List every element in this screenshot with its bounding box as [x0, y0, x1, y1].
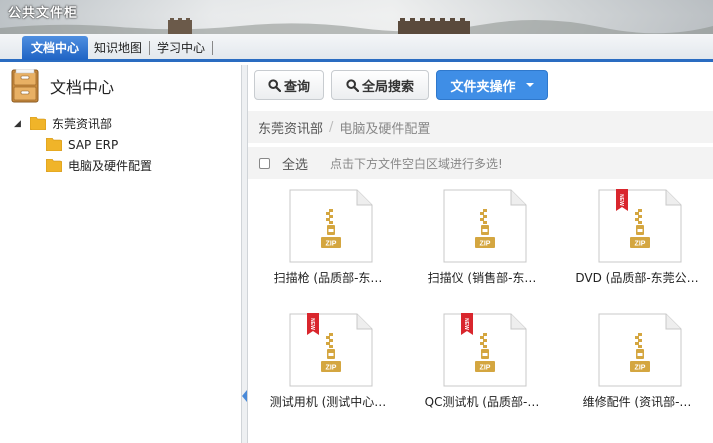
- file-item[interactable]: ZIP 扫描枪 (品质部-东…: [248, 189, 388, 301]
- collapse-arrow-icon[interactable]: [242, 390, 247, 402]
- tab-learning-center[interactable]: 学习中心: [151, 36, 211, 60]
- zip-file-icon: NEW ZIP: [598, 189, 682, 263]
- zip-file-icon: NEW ZIP: [289, 313, 373, 387]
- tab-document-center[interactable]: 文档中心: [22, 36, 89, 60]
- breadcrumb-separator: /: [329, 119, 334, 135]
- selection-bar: 全选 点击下方文件空白区域进行多选!: [248, 147, 713, 179]
- new-badge-text: NEW: [309, 318, 315, 330]
- zip-file-icon: ZIP: [443, 189, 527, 263]
- file-name[interactable]: 维修配件 (资讯部-…: [557, 393, 713, 410]
- tree-node-hardware-config[interactable]: 电脑及硬件配置: [14, 155, 152, 176]
- zip-label: ZIP: [635, 241, 646, 248]
- global-search-button[interactable]: 全局搜索: [331, 70, 429, 100]
- folder-icon: [46, 138, 62, 151]
- folder-operations-label: 文件夹操作: [450, 79, 516, 95]
- folder-icon: [30, 117, 46, 130]
- folder-operations-dropdown[interactable]: 文件夹操作: [436, 70, 548, 100]
- query-button-label: 查询: [283, 79, 310, 95]
- great-wall-illustration: [0, 18, 713, 34]
- search-icon: [346, 78, 359, 92]
- tree-node-sap-erp[interactable]: SAP ERP: [14, 134, 152, 155]
- app-title: 公共文件柜: [8, 6, 79, 21]
- breadcrumb: 东莞资讯部 / 电脑及硬件配置: [248, 111, 713, 143]
- query-button[interactable]: 查询: [254, 70, 324, 100]
- file-cabinet-icon: [11, 69, 39, 103]
- new-badge-text: NEW: [463, 318, 469, 330]
- zip-label: ZIP: [480, 241, 491, 248]
- main-content: 查询 全局搜索 文件夹操作 东莞资讯部 / 电脑及硬件配置 全选 点击下方文件空…: [248, 65, 713, 443]
- file-name[interactable]: DVD (品质部-东莞公…: [557, 269, 713, 286]
- top-navigation: 文档中心 知识地图 学习中心: [0, 34, 713, 62]
- zip-file-icon: ZIP: [289, 189, 373, 263]
- sidebar-header: 文档中心: [0, 65, 242, 105]
- file-item[interactable]: ZIP 扫描仪 (销售部-东…: [402, 189, 542, 301]
- select-all-label[interactable]: 全选: [282, 154, 308, 173]
- file-name[interactable]: 扫描枪 (品质部-东…: [248, 269, 408, 286]
- file-item[interactable]: NEW ZIP DVD (品质部-东莞公…: [557, 189, 699, 301]
- sidebar-title: 文档中心: [50, 78, 115, 97]
- nav-tabs: 文档中心 知识地图 学习中心: [22, 36, 214, 60]
- left-sidebar: 文档中心 ◢ 东莞资讯部 SAP ERP 电脑及硬件配置: [0, 65, 242, 443]
- search-icon: [268, 78, 281, 92]
- tree-label[interactable]: 电脑及硬件配置: [68, 157, 152, 174]
- file-item[interactable]: NEW ZIP 测试用机 (测试中心…: [248, 313, 388, 425]
- tab-knowledge-map[interactable]: 知识地图: [88, 36, 148, 60]
- new-badge-text: NEW: [618, 194, 624, 206]
- zip-label: ZIP: [480, 365, 491, 372]
- file-name[interactable]: 扫描仪 (销售部-东…: [402, 269, 562, 286]
- file-name[interactable]: QC测试机 (品质部-…: [402, 393, 562, 410]
- zip-label: ZIP: [326, 241, 337, 248]
- tree-label[interactable]: SAP ERP: [68, 138, 118, 152]
- selection-hint: 点击下方文件空白区域进行多选!: [330, 156, 503, 171]
- zip-label: ZIP: [635, 365, 646, 372]
- file-item[interactable]: ZIP 维修配件 (资讯部-…: [557, 313, 697, 425]
- folder-icon: [46, 159, 62, 172]
- caret-down-icon: [525, 83, 534, 87]
- global-search-button-label: 全局搜索: [361, 79, 414, 95]
- breadcrumb-item-parent[interactable]: 东莞资讯部: [258, 118, 323, 137]
- select-all-checkbox[interactable]: [259, 157, 270, 169]
- zip-label: ZIP: [326, 365, 337, 372]
- tree-label[interactable]: 东莞资讯部: [52, 115, 112, 132]
- tree-node-root[interactable]: ◢ 东莞资讯部: [14, 113, 152, 134]
- file-name[interactable]: 测试用机 (测试中心…: [248, 393, 408, 410]
- breadcrumb-item-current: 电脑及硬件配置: [339, 121, 431, 137]
- toolbar: 查询 全局搜索 文件夹操作: [248, 65, 713, 107]
- zip-file-icon: NEW ZIP: [443, 313, 527, 387]
- tree-expand-icon[interactable]: ◢: [14, 119, 30, 129]
- header-banner: 公共文件柜: [0, 0, 713, 34]
- nav-divider: [212, 41, 214, 55]
- nav-divider: [149, 41, 151, 55]
- file-item[interactable]: NEW ZIP QC测试机 (品质部-…: [402, 313, 542, 425]
- zip-file-icon: ZIP: [598, 313, 682, 387]
- folder-tree: ◢ 东莞资讯部 SAP ERP 电脑及硬件配置: [14, 113, 152, 176]
